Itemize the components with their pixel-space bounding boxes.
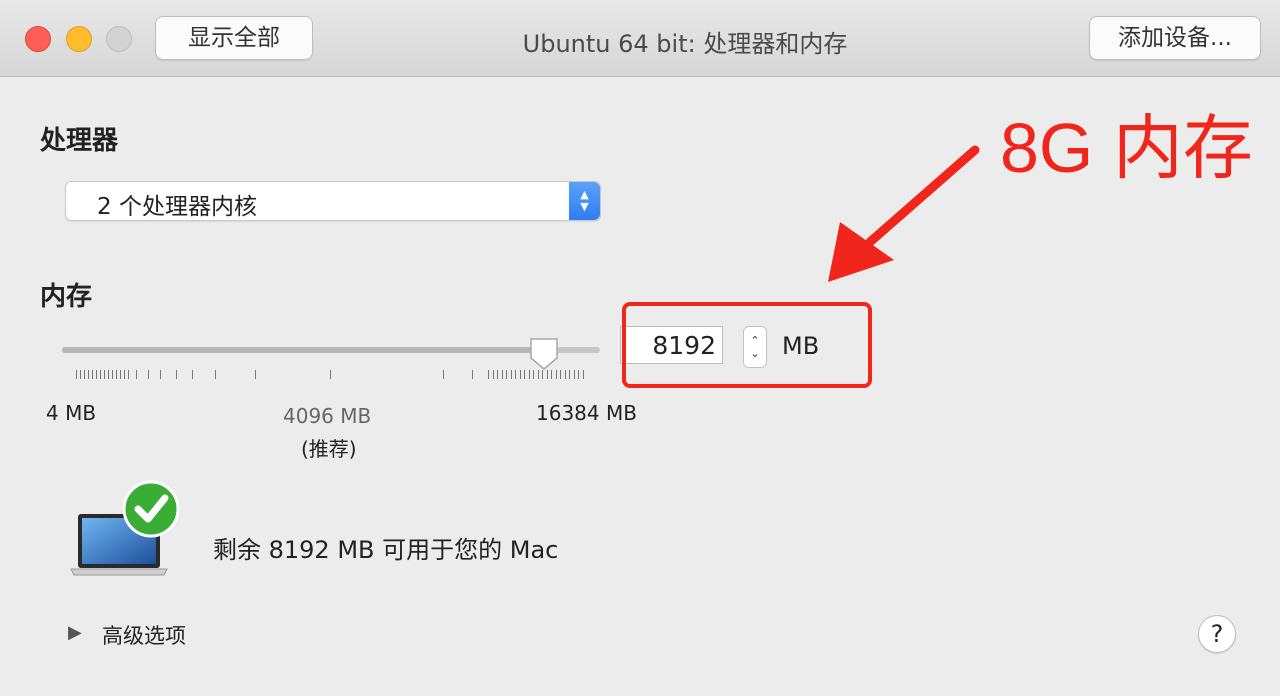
memory-max-label: 16384 MB [536, 401, 637, 425]
slider-tick [472, 370, 473, 379]
window-title: Ubuntu 64 bit: 处理器和内存 [522, 30, 848, 58]
slider-tick [560, 370, 561, 379]
annotation-highlight-box [622, 302, 872, 388]
slider-tick [136, 370, 137, 379]
slider-tick [76, 370, 77, 379]
slider-tick [192, 370, 193, 379]
select-arrows-icon: ▲ ▼ [569, 182, 600, 220]
processor-cores-selected-value: 2 个处理器内核 [97, 194, 257, 220]
slider-tick [255, 370, 256, 379]
slider-tick [537, 370, 539, 379]
slider-tick [573, 370, 575, 379]
slider-tick [116, 370, 117, 379]
processor-cores-select[interactable]: 2 个处理器内核 ▲ ▼ [65, 181, 601, 221]
available-memory-status: 剩余 8192 MB 可用于您的 Mac [213, 536, 559, 564]
show-all-button[interactable]: 显示全部 [155, 16, 313, 60]
slider-tick [515, 370, 516, 379]
slider-tick [112, 370, 113, 379]
annotation-text: 8G 内存 [1000, 109, 1253, 187]
slider-tick [519, 370, 521, 379]
minimize-window-button[interactable] [66, 26, 92, 52]
slider-tick [176, 370, 177, 379]
slider-tick [330, 370, 331, 379]
slider-tick [546, 370, 548, 379]
slider-tick [510, 370, 512, 379]
slider-tick [215, 370, 216, 379]
zoom-window-button[interactable] [106, 26, 132, 52]
slider-tick [506, 370, 507, 379]
slider-tick [501, 370, 503, 379]
slider-tick [96, 370, 97, 379]
slider-tick [569, 370, 570, 379]
slider-tick [564, 370, 566, 379]
slider-tick [555, 370, 557, 379]
annotation-arrow-icon [828, 145, 980, 282]
title-bar: 显示全部 Ubuntu 64 bit: 处理器和内存 添加设备... [0, 0, 1280, 77]
slider-tick [100, 370, 101, 379]
slider-tick [128, 370, 129, 379]
slider-tick [524, 370, 525, 379]
help-button[interactable]: ? [1198, 615, 1236, 653]
memory-heading: 内存 [40, 282, 93, 312]
mac-laptop-icon [70, 480, 180, 576]
slider-tick [497, 370, 498, 379]
slider-tick [578, 370, 579, 379]
processor-heading: 处理器 [40, 126, 119, 156]
slider-tick [582, 370, 584, 379]
slider-tick [542, 370, 543, 379]
memory-recommended-value: 4096 MB [283, 404, 372, 428]
slider-tick [528, 370, 530, 379]
slider-tick [80, 370, 81, 379]
add-device-button[interactable]: 添加设备... [1089, 16, 1261, 60]
disclosure-triangle-icon[interactable]: ▶ [68, 622, 82, 643]
memory-slider[interactable] [62, 347, 600, 353]
memory-slider-fill [62, 347, 544, 353]
close-window-button[interactable] [25, 26, 51, 52]
memory-recommended-note: (推荐) [301, 437, 357, 461]
slider-tick [533, 370, 534, 379]
slider-tick [488, 370, 489, 379]
slider-tick [443, 370, 444, 379]
slider-tick [124, 370, 125, 379]
memory-slider-thumb[interactable] [528, 336, 560, 372]
slider-tick [148, 370, 149, 379]
memory-min-label: 4 MB [46, 401, 97, 425]
advanced-options-toggle[interactable]: 高级选项 [102, 620, 186, 650]
slider-tick [492, 370, 494, 379]
slider-tick [108, 370, 109, 379]
slider-tick [92, 370, 93, 379]
slider-tick [120, 370, 121, 379]
slider-tick [160, 370, 161, 379]
slider-tick [104, 370, 105, 379]
slider-tick [551, 370, 552, 379]
slider-tick [88, 370, 89, 379]
slider-tick [84, 370, 85, 379]
